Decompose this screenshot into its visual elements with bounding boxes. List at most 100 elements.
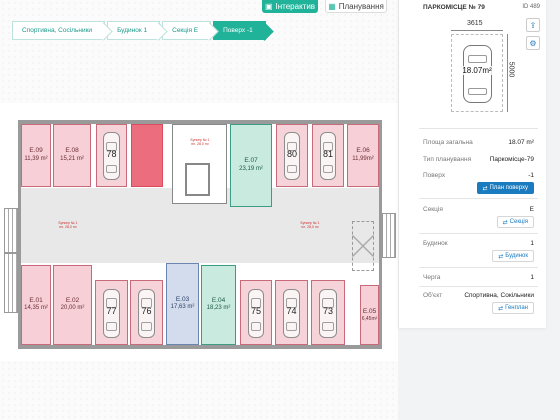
storage-area: 15,21 m² <box>60 155 84 162</box>
row-value: Е <box>529 206 534 213</box>
parking-number: 74 <box>286 306 297 317</box>
row-floor: Поверх -1 <box>423 172 534 179</box>
storage-area: 18,23 m² <box>206 305 231 312</box>
storage-code: E.04 <box>211 296 226 304</box>
link-icon: ⇄ <box>502 219 508 226</box>
row-value: Спортивна, Сокільники <box>464 292 534 299</box>
section-button[interactable]: ⇄ Секція <box>496 216 534 228</box>
share-button[interactable]: ⇪ <box>526 18 540 32</box>
storage-e06[interactable]: E.06 11,99m² <box>347 124 379 187</box>
spot-dimension-length: 5000 <box>507 61 515 78</box>
parking-75[interactable]: 75 <box>240 280 272 345</box>
divider <box>419 128 538 129</box>
link-icon: ⇄ <box>498 305 504 312</box>
row-value: 18.07 m² <box>508 139 534 146</box>
tab-planning[interactable]: ▦ Планування <box>325 0 387 13</box>
parking-number: 73 <box>322 306 333 317</box>
breadcrumb: Спортивна, Сосільники Будинок 1 Секція Е… <box>12 21 268 40</box>
panel-id: ID 489 <box>522 4 540 10</box>
share-icon: ⇪ <box>529 20 537 30</box>
row-label: Поверх <box>423 172 446 179</box>
row-label: Об'єкт <box>423 292 443 299</box>
cube-icon: ▣ <box>264 2 273 11</box>
divider <box>419 198 538 199</box>
storage-code: E.06 <box>356 147 370 155</box>
spot-area: 18.07m² <box>452 66 502 75</box>
storage-code: E.07 <box>244 157 258 165</box>
spot-dimension-width: 3615 <box>467 20 483 27</box>
row-label: Тип планування <box>423 156 472 163</box>
tab-planning-label: Планування <box>338 1 384 11</box>
floor-plan-button[interactable]: ⇄ План поверху <box>476 182 534 194</box>
parking-73[interactable]: 73 <box>311 280 345 345</box>
parking-number: 80 <box>286 149 297 160</box>
master-plan-button[interactable]: ⇄ Генплан <box>492 302 534 314</box>
divider <box>419 286 538 287</box>
divider <box>419 233 538 234</box>
parking-number: 78 <box>106 149 117 160</box>
row-label: Будинок <box>423 240 448 247</box>
parking-number: 77 <box>106 306 117 317</box>
row-value: -1 <box>528 172 534 179</box>
gear-icon: ⚙ <box>529 38 537 48</box>
detail-panel: ПАРКОМІСЦЕ № 79 ID 489 3615 18.07m² 5000… <box>398 0 546 328</box>
storage-area: 17,63 m² <box>170 304 195 311</box>
link-icon: ⇄ <box>482 185 488 192</box>
row-label: Площа загальна <box>423 139 473 146</box>
storage-code: E.02 <box>65 296 80 304</box>
storage-code: E.01 <box>29 296 43 304</box>
storage-area: 14,35 m² <box>24 305 48 312</box>
storage-e08[interactable]: E.08 15,21 m² <box>53 124 91 187</box>
breadcrumb-floor[interactable]: Поверх -1 <box>213 21 266 40</box>
settings-button[interactable]: ⚙ <box>526 36 540 50</box>
breadcrumb-building[interactable]: Будинок 1 <box>107 21 161 40</box>
breadcrumb-section[interactable]: Секція Е <box>162 21 212 40</box>
storage-area: 6,45m² <box>361 315 378 322</box>
storage-area: 11,39 m² <box>24 155 48 162</box>
storage-code: E.05 <box>362 307 377 315</box>
parking-number: 75 <box>250 306 261 317</box>
storage-code: E.08 <box>65 147 79 155</box>
row-building: Будинок 1 <box>423 240 534 247</box>
wall <box>18 345 382 349</box>
storage-area: 23,19 m² <box>239 165 263 172</box>
floor-plan-label: План поверху <box>489 185 528 191</box>
parking-77[interactable]: 77 <box>95 280 128 345</box>
link-icon: ⇄ <box>498 253 504 260</box>
storage-e04[interactable]: E.04 18,23 m² <box>201 265 236 345</box>
row-value: Паркомісце-79 <box>489 156 534 163</box>
grid-icon: ▦ <box>328 1 336 11</box>
spot-drawing: 18.07m² <box>451 34 503 112</box>
stairs-left <box>4 208 18 253</box>
parking-78[interactable]: 78 <box>96 124 127 187</box>
row-section: Секція Е <box>423 206 534 213</box>
storage-e03[interactable]: E.03 17,63 m² <box>166 263 199 345</box>
storage-e02[interactable]: E.02 20,00 m² <box>53 265 92 345</box>
parking-76[interactable]: 76 <box>130 280 163 345</box>
building-button[interactable]: ⇄ Будинок <box>492 250 534 262</box>
parking-80[interactable]: 80 <box>276 124 308 187</box>
row-object: Об'єкт Спортивна, Сокільники <box>423 292 534 299</box>
divider <box>419 267 538 268</box>
elevator <box>185 163 210 196</box>
ventilation-shaft <box>352 221 374 271</box>
storage-e07[interactable]: E.07 23,19 m² <box>230 124 272 207</box>
parking-number: 81 <box>322 149 333 160</box>
storage-code: E.09 <box>29 147 43 155</box>
floor-plan: Бункер № 1 пл. 28,0 m² Бункер № 1 пл. 28,0… <box>0 103 398 361</box>
storage-e09[interactable]: E.09 11,39 m² <box>21 124 51 187</box>
panel-title: ПАРКОМІСЦЕ № 79 <box>423 4 485 11</box>
parking-81[interactable]: 81 <box>312 124 344 187</box>
parking-74[interactable]: 74 <box>275 280 308 345</box>
row-value: 1 <box>530 274 534 281</box>
dimension-line <box>451 30 503 31</box>
parking-number: 76 <box>141 306 152 317</box>
row-label: Черга <box>423 274 441 281</box>
storage-e01[interactable]: E.01 14,35 m² <box>21 265 51 345</box>
tab-interactive[interactable]: ▣ Інтерактив <box>262 0 318 13</box>
parking-79-selected[interactable] <box>131 124 163 187</box>
row-total-area: Площа загальна 18.07 m² <box>423 139 534 146</box>
breadcrumb-object[interactable]: Спортивна, Сосільники <box>12 21 106 40</box>
row-queue: Черга 1 <box>423 274 534 281</box>
storage-e05[interactable]: E.05 6,45m² <box>360 285 379 345</box>
